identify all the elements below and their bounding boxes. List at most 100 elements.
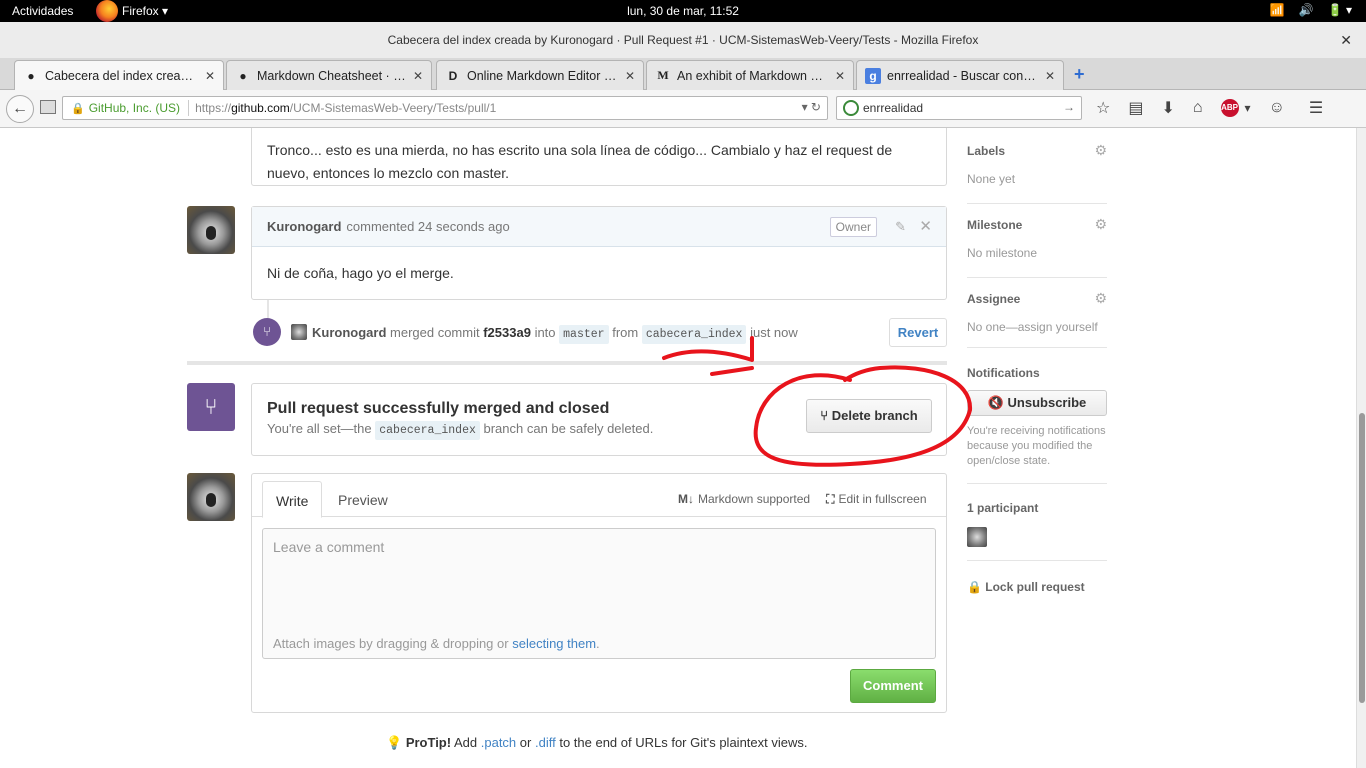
timeline-line — [267, 300, 269, 320]
tab-close-icon[interactable]: ✕ — [835, 69, 845, 83]
unsubscribe-button[interactable]: 🔇 Unsubscribe — [967, 390, 1107, 416]
padlock-icon: 🔒 — [71, 102, 85, 115]
tab-label: Markdown Cheatsheet · adam-p/markdown-he… — [257, 68, 407, 83]
notification-reason: You're receiving notifications because y… — [967, 425, 1106, 467]
revert-button[interactable]: Revert — [889, 318, 947, 347]
comment-button[interactable]: Comment — [850, 669, 936, 703]
os-top-bar: Actividades Firefox ▾ lun, 30 de mar, 11… — [0, 0, 1366, 22]
labels-value: None yet — [967, 172, 1016, 186]
search-engine-icon[interactable] — [843, 100, 859, 116]
browser-tab[interactable]: D Online Markdown Editor - Dillinger ✕ — [436, 60, 644, 90]
google-icon: g — [865, 67, 881, 84]
gear-icon[interactable]: ⚙ — [1094, 290, 1107, 307]
scrollbar-thumb[interactable] — [1359, 413, 1365, 703]
merge-text-2: into — [534, 325, 556, 340]
notifications-heading: Notifications — [967, 366, 1040, 380]
milestone-heading: Milestone — [967, 218, 1023, 232]
page-content: Tronco... esto es una mierda, no has esc… — [0, 128, 1356, 768]
browser-tab[interactable]: M An exhibit of Markdown — Medium ✕ — [646, 60, 854, 90]
tab-write[interactable]: Write — [262, 481, 323, 518]
reload-icon[interactable]: ▾ ↻ — [802, 100, 821, 114]
system-tray[interactable]: 📶 🔊 🔋 ▾ — [1270, 3, 1352, 17]
url-separator — [188, 100, 190, 116]
window-title-bar: Cabecera del index creada by Kuronogard … — [0, 22, 1366, 58]
avatar[interactable] — [291, 324, 307, 340]
browser-tab[interactable]: g enrrealidad - Buscar con Google ✕ — [856, 60, 1064, 90]
adblock-dropdown-icon[interactable]: ▾ — [1245, 101, 1251, 115]
comment-last: Kuronogard commented 24 seconds ago Owne… — [251, 206, 947, 300]
diff-link[interactable]: .diff — [535, 735, 556, 750]
new-comment-form: Write Preview M↓ Markdown supported ⛶ Edit… — [251, 473, 947, 713]
tab-close-icon[interactable]: ✕ — [205, 69, 215, 83]
avatar[interactable] — [187, 473, 235, 521]
tab-close-icon[interactable]: ✕ — [1045, 69, 1055, 83]
tab-strip: ● Cabecera del index creada by Kuronogar… — [0, 58, 1366, 91]
browser-tab[interactable]: ● Markdown Cheatsheet · adam-p/markdown-… — [226, 60, 432, 90]
back-button[interactable]: ← — [6, 95, 34, 123]
site-identity[interactable]: GitHub, Inc. (US) — [89, 101, 180, 115]
markdown-icon: M↓ — [678, 492, 694, 506]
page-scrollbar[interactable] — [1356, 128, 1366, 768]
tab-label: Cabecera del index creada by Kuronogard — [45, 69, 199, 83]
tab-groups-icon[interactable] — [40, 100, 56, 114]
battery-icon: 🔋 ▾ — [1327, 3, 1352, 17]
fullscreen-link[interactable]: ⛶ Edit in fullscreen — [826, 492, 926, 507]
merge-author[interactable]: Kuronogard — [312, 325, 386, 340]
bookmark-star-icon[interactable]: ☆ — [1096, 98, 1110, 118]
url-path: /UCM-SistemasWeb-Veery/Tests/pull/1 — [289, 101, 497, 115]
markdown-supported-label: Markdown supported — [698, 492, 811, 506]
fullscreen-icon: ⛶ — [826, 492, 835, 506]
url-bar[interactable]: 🔒 GitHub, Inc. (US) https://github.com/U… — [62, 96, 828, 120]
assignee-section: Assignee ⚙ No one—assign yourself — [967, 290, 1107, 348]
milestone-section: Milestone ⚙ No milestone — [967, 216, 1107, 278]
tab-close-icon[interactable]: ✕ — [413, 69, 423, 83]
timeline-divider — [187, 361, 947, 365]
lock-pull-request-link[interactable]: 🔒 Lock pull request — [967, 580, 1085, 594]
commit-sha[interactable]: f2533a9 — [483, 325, 531, 340]
markdown-supported-link[interactable]: M↓ Markdown supported — [678, 492, 810, 507]
attach-text: Attach images by dragging & dropping or — [273, 636, 509, 651]
protip-text-2: or — [519, 735, 532, 750]
clock[interactable]: lun, 30 de mar, 11:52 — [0, 4, 1366, 18]
downloads-icon[interactable]: ⬇ — [1161, 98, 1174, 118]
protip-text-3: to the end of URLs for Git's plaintext v… — [559, 735, 808, 750]
comment-body: Tronco... esto es una mierda, no has esc… — [267, 142, 893, 181]
window-title: Cabecera del index creada by Kuronogard … — [387, 33, 979, 47]
toolbar-icons: ☆ ▤ ⬇ ⌂ ABP ▾ ☺ ☰ — [1096, 98, 1323, 118]
search-bar[interactable]: enrrealidad → — [836, 96, 1082, 120]
close-icon[interactable]: ✕ — [919, 217, 932, 235]
gear-icon[interactable]: ⚙ — [1094, 142, 1107, 159]
gear-icon[interactable]: ⚙ — [1094, 216, 1107, 233]
tab-label: An exhibit of Markdown — Medium — [677, 68, 829, 83]
merged-title: Pull request successfully merged and clo… — [267, 400, 610, 417]
milestone-value: No milestone — [967, 246, 1038, 260]
merge-time: just now — [750, 325, 798, 340]
delete-branch-button[interactable]: ⑂ Delete branch — [806, 399, 932, 433]
avatar[interactable] — [967, 527, 987, 547]
comment-author[interactable]: Kuronogard — [267, 219, 341, 234]
select-files-link[interactable]: selecting them — [512, 636, 596, 651]
smiley-icon[interactable]: ☺ — [1269, 99, 1285, 117]
url-host: github.com — [231, 101, 290, 115]
window-close-button[interactable]: ✕ — [1340, 22, 1352, 58]
assignee-value[interactable]: No one—assign yourself — [967, 320, 1107, 334]
adblock-plus-icon[interactable]: ABP — [1220, 99, 1239, 117]
comment-meta[interactable]: commented 24 seconds ago — [346, 219, 509, 234]
protip-label: ProTip! — [405, 735, 452, 750]
hamburger-menu-icon[interactable]: ☰ — [1309, 98, 1323, 118]
avatar[interactable] — [187, 206, 235, 254]
search-go-icon[interactable]: → — [1063, 100, 1075, 114]
search-input[interactable]: enrrealidad — [863, 101, 923, 115]
tab-preview[interactable]: Preview — [338, 481, 388, 518]
tab-label: Online Markdown Editor - Dillinger — [467, 68, 619, 83]
comment-textarea[interactable]: Leave a comment — [262, 528, 936, 628]
navigation-toolbar: ← 🔒 GitHub, Inc. (US) https://github.com… — [0, 90, 1366, 128]
tab-close-icon[interactable]: ✕ — [625, 69, 635, 83]
home-icon[interactable]: ⌂ — [1193, 99, 1203, 117]
pencil-icon[interactable]: ✎ — [895, 219, 906, 235]
new-tab-button[interactable]: + — [1074, 64, 1085, 85]
bookmarks-list-icon[interactable]: ▤ — [1128, 98, 1143, 118]
patch-link[interactable]: .patch — [481, 735, 516, 750]
browser-tab[interactable]: ● Cabecera del index creada by Kuronogar… — [14, 60, 224, 91]
assignee-heading: Assignee — [967, 292, 1021, 306]
